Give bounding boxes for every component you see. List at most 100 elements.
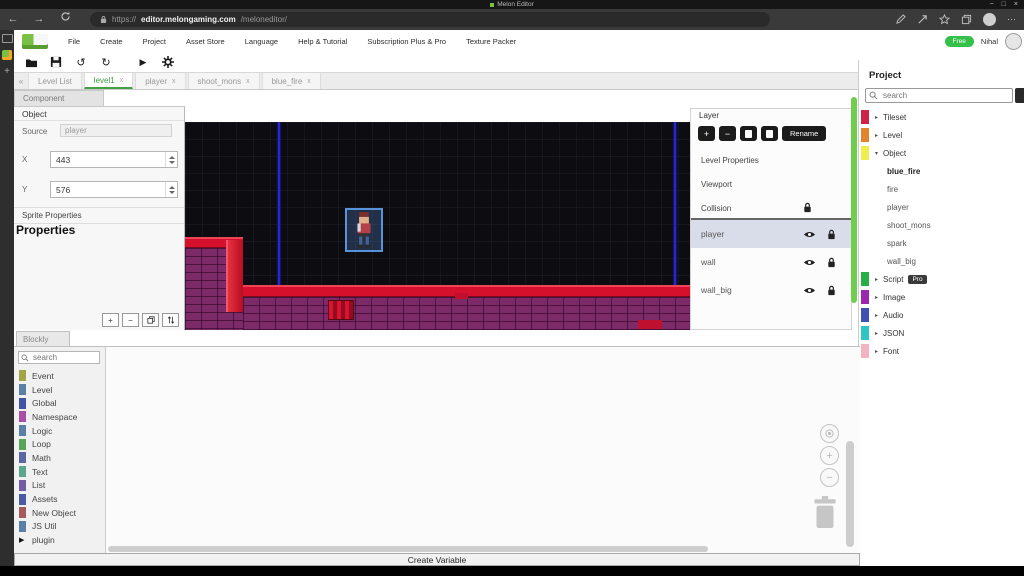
category-level[interactable]: Level (14, 383, 105, 397)
chevron-right-icon[interactable]: ▸ (875, 114, 883, 121)
category-plugin[interactable]: ▶plugin (14, 533, 105, 547)
blockly-panel-tab[interactable]: Blockly (16, 331, 70, 346)
tree-item-fire[interactable]: fire (859, 180, 1024, 198)
category-text[interactable]: Text (14, 465, 105, 479)
tab-outline-icon[interactable] (2, 34, 13, 43)
stepper-down-icon[interactable] (169, 191, 175, 194)
tree-item-object[interactable]: ▾ Object (859, 144, 1024, 162)
zoom-reset-button[interactable] (820, 424, 839, 443)
collections-icon[interactable] (961, 14, 972, 25)
undo-button[interactable]: ↺ (74, 55, 88, 69)
tab-close-icon[interactable]: x (307, 78, 311, 85)
tree-item-blue-fire[interactable]: blue_fire (859, 162, 1024, 180)
project-search-input[interactable] (881, 90, 1009, 101)
share-icon[interactable] (917, 14, 928, 25)
category-logic[interactable]: Logic (14, 424, 105, 438)
category-new-object[interactable]: New Object (14, 506, 105, 520)
rename-layer-button[interactable]: Rename (782, 126, 826, 141)
chevron-right-icon[interactable]: ▸ (875, 312, 883, 319)
menu-texture-packer[interactable]: Texture Packer (466, 37, 516, 46)
paste-layer-button[interactable] (761, 126, 778, 141)
panel-splitter-handle[interactable] (851, 97, 857, 303)
workspace-vertical-scrollbar[interactable] (846, 441, 854, 547)
component-panel-tab[interactable]: Component (14, 90, 104, 106)
edit-icon[interactable] (895, 14, 906, 25)
y-input[interactable] (51, 182, 165, 197)
chevron-right-icon[interactable]: ▸ (875, 294, 883, 301)
melon-favicon[interactable] (2, 50, 12, 60)
menu-language[interactable]: Language (245, 37, 278, 46)
viewport-item[interactable]: Viewport (691, 173, 851, 195)
tab-collapse-button[interactable]: « (14, 73, 28, 89)
create-variable-button[interactable]: Create Variable (14, 553, 860, 566)
chevron-down-icon[interactable]: ▾ (875, 150, 883, 157)
stepper-up-icon[interactable] (169, 186, 175, 189)
open-project-button[interactable] (24, 55, 38, 69)
tree-item-player[interactable]: player (859, 198, 1024, 216)
tree-item-wall-big[interactable]: wall_big (859, 252, 1024, 270)
workspace-horizontal-scrollbar[interactable] (108, 546, 708, 552)
redo-button[interactable]: ↻ (99, 55, 113, 69)
tab-close-icon[interactable]: x (120, 77, 124, 84)
level-properties-item[interactable]: Level Properties (691, 149, 851, 171)
stepper-up-icon[interactable] (169, 156, 175, 159)
tab-level1[interactable]: level1 x (84, 73, 133, 89)
melon-logo[interactable] (22, 34, 48, 49)
delete-layer-button[interactable]: − (719, 126, 736, 141)
run-button[interactable]: ▶ (136, 55, 150, 69)
layer-row-wall[interactable]: wall (691, 248, 851, 276)
category-loop[interactable]: Loop (14, 437, 105, 451)
menu-file[interactable]: File (68, 37, 80, 46)
menu-project[interactable]: Project (143, 37, 166, 46)
browser-profile-avatar[interactable] (983, 13, 996, 26)
tab-close-icon[interactable]: x (246, 78, 250, 85)
category-event[interactable]: Event (14, 369, 105, 383)
tab-level-list[interactable]: Level List (28, 73, 82, 89)
trash-icon[interactable] (812, 495, 838, 529)
reorder-property-button[interactable] (162, 313, 179, 327)
category-js-util[interactable]: JS Util (14, 520, 105, 534)
stepper-down-icon[interactable] (169, 161, 175, 164)
level-canvas[interactable] (185, 122, 690, 330)
x-input[interactable] (51, 152, 165, 167)
forward-button[interactable]: → (26, 9, 52, 30)
zoom-out-button[interactable]: − (820, 468, 839, 487)
lock-icon[interactable] (826, 285, 837, 296)
layer-row-player[interactable]: player (691, 220, 851, 248)
username[interactable]: Nihal (981, 37, 998, 46)
collision-item[interactable]: Collision (691, 197, 851, 219)
x-stepper[interactable] (165, 152, 177, 167)
tree-item-image[interactable]: ▸ Image (859, 288, 1024, 306)
add-layer-button[interactable]: + (698, 126, 715, 141)
tab-shoot-mons[interactable]: shoot_mons x (188, 73, 260, 89)
duplicate-property-button[interactable] (142, 313, 159, 327)
favorites-star-icon[interactable] (939, 14, 950, 25)
user-avatar[interactable] (1005, 33, 1022, 50)
visibility-eye-icon[interactable] (803, 286, 816, 295)
tree-item-font[interactable]: ▸ Font (859, 342, 1024, 360)
tab-blue-fire[interactable]: blue_fire x (262, 73, 321, 89)
tree-item-script[interactable]: ▸ Script Pro (859, 270, 1024, 288)
player-sprite[interactable] (354, 212, 374, 248)
address-bar[interactable]: https://editor.melongaming.com/melonedit… (90, 12, 770, 27)
tab-player[interactable]: player x (135, 73, 185, 89)
menu-subscription[interactable]: Subscription Plus & Pro (367, 37, 446, 46)
sprite-properties-link[interactable]: Sprite Properties (14, 207, 184, 224)
source-input[interactable] (60, 124, 172, 137)
tree-item-spark[interactable]: spark (859, 234, 1024, 252)
maximize-button[interactable]: □ (1002, 0, 1006, 9)
blockly-search-input[interactable] (31, 352, 97, 363)
copy-layer-button[interactable] (740, 126, 757, 141)
remove-property-button[interactable]: − (122, 313, 139, 327)
minimize-button[interactable]: − (990, 0, 994, 9)
chevron-right-icon[interactable]: ▸ (875, 330, 883, 337)
lock-icon[interactable] (802, 202, 813, 215)
category-namespace[interactable]: Namespace (14, 410, 105, 424)
zoom-in-button[interactable]: + (820, 446, 839, 465)
refresh-button[interactable] (52, 9, 78, 30)
layer-row-wall-big[interactable]: wall_big (691, 276, 851, 304)
add-property-button[interactable]: + (102, 313, 119, 327)
y-stepper[interactable] (165, 182, 177, 197)
blockly-workspace[interactable]: + − (106, 346, 860, 553)
tab-close-icon[interactable]: x (172, 78, 176, 85)
